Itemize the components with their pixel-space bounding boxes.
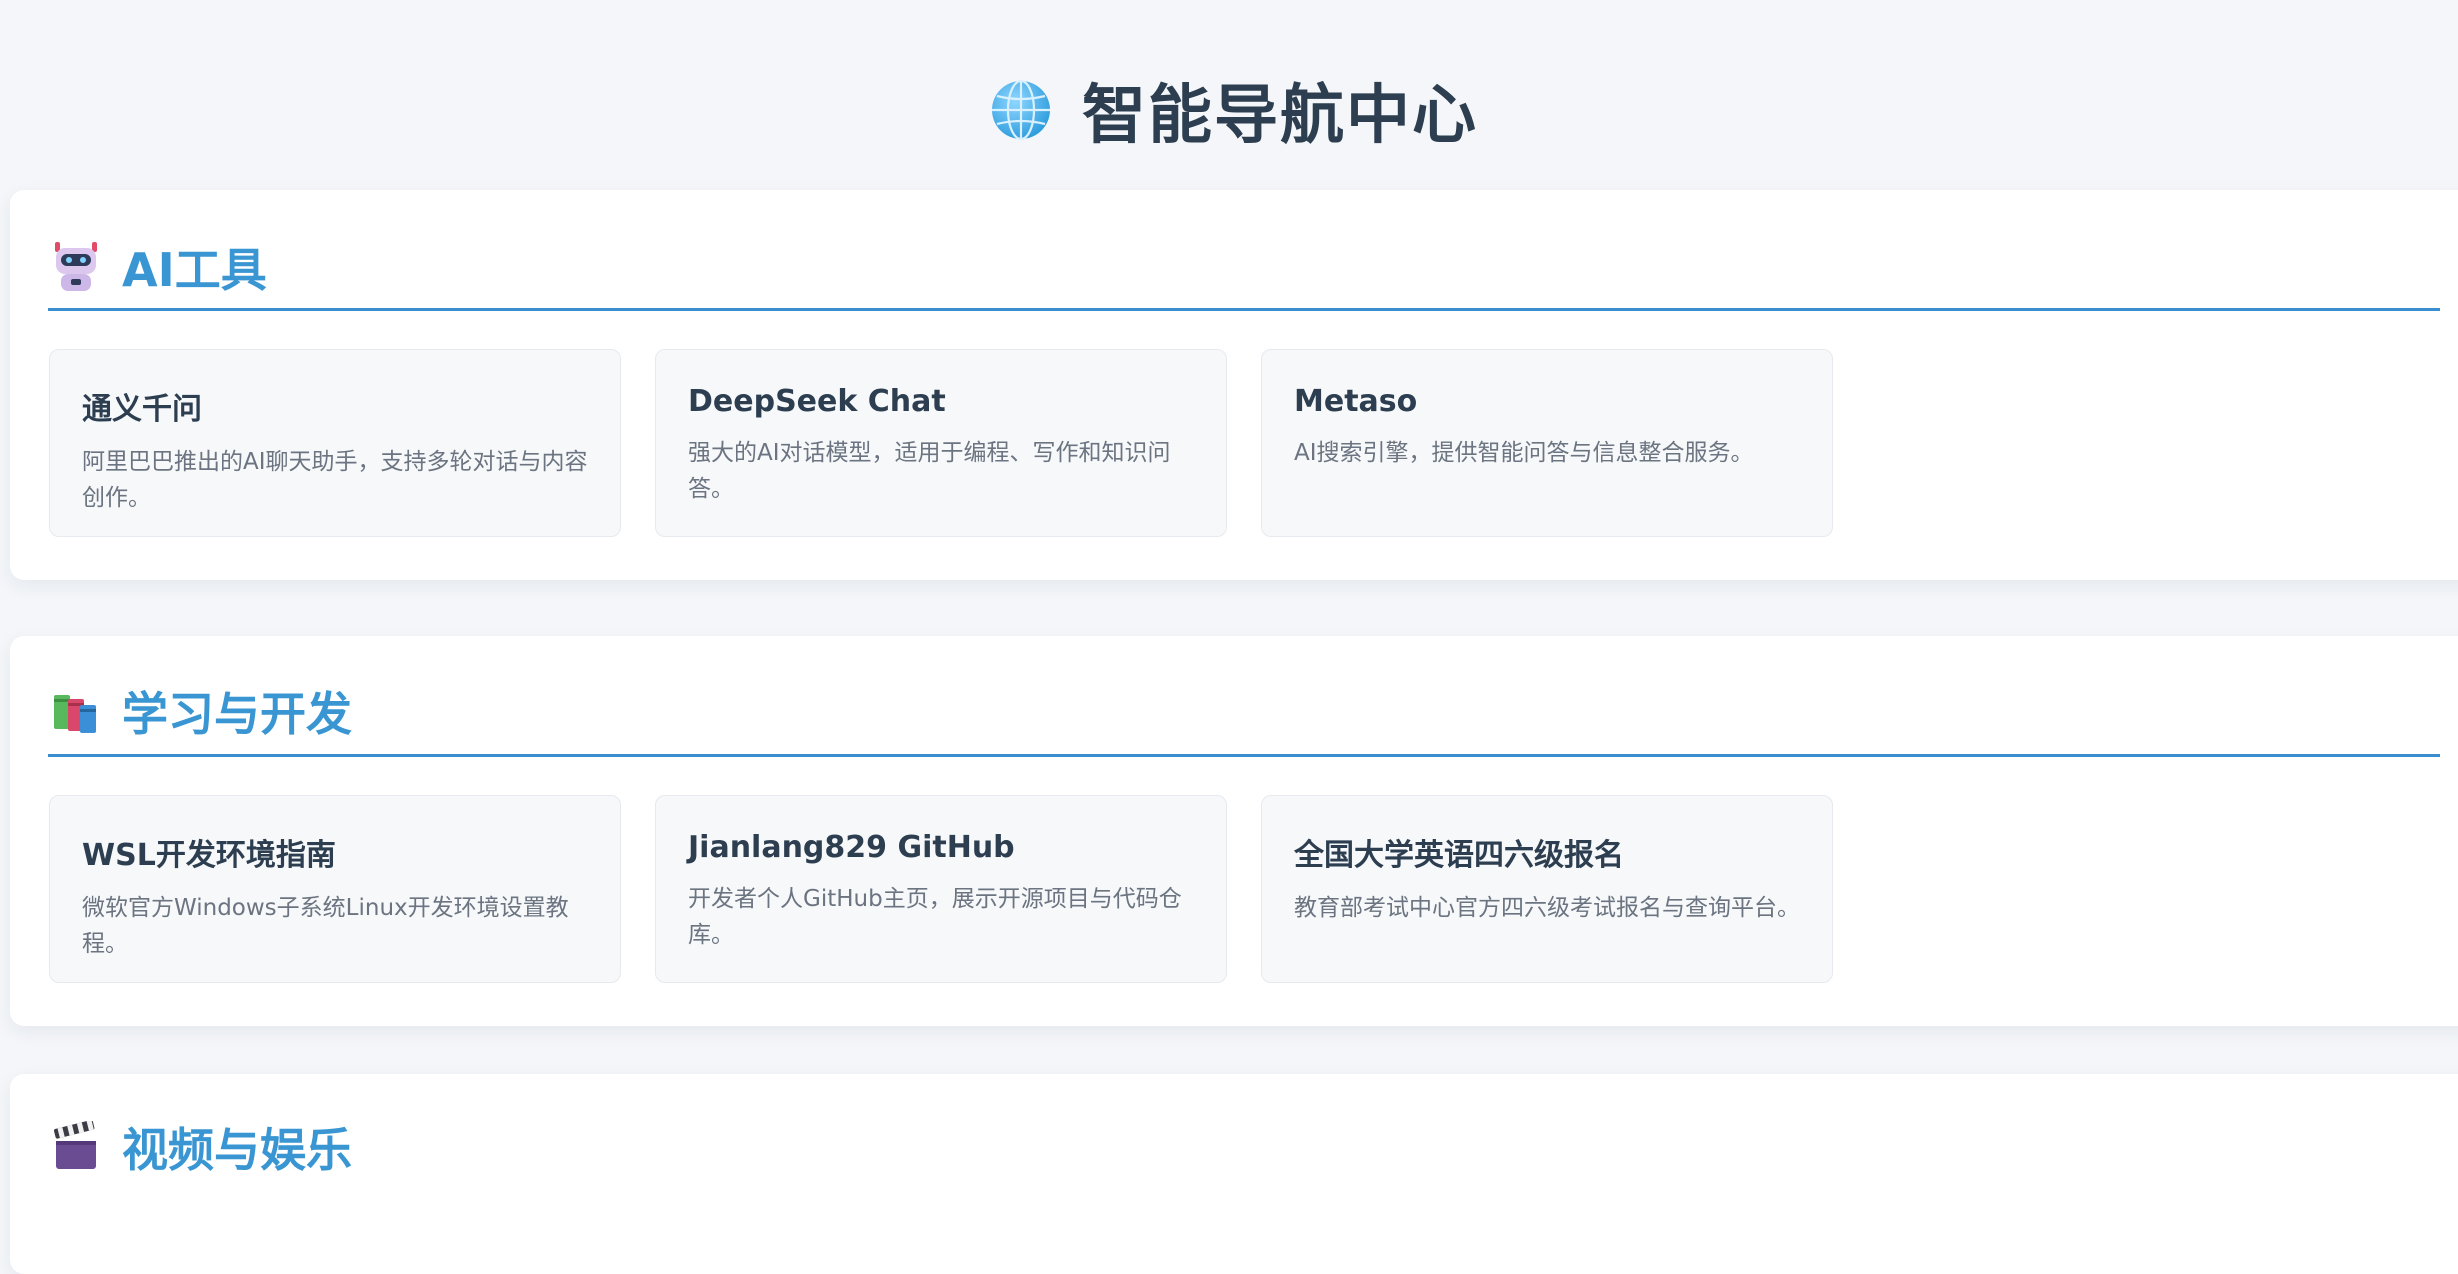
section-ai-tools: AI工具 通义千问 阿里巴巴推出的AI聊天助手，支持多轮对话与内容创作。 Dee… bbox=[10, 190, 2458, 580]
section-title: 学习与开发 bbox=[122, 687, 352, 741]
card-title: Metaso bbox=[1294, 384, 1418, 419]
globe-icon bbox=[990, 79, 1052, 141]
page-title-wrap: 智能导航中心 bbox=[990, 64, 1478, 156]
card-title: DeepSeek Chat bbox=[688, 384, 946, 419]
link-card-cet[interactable]: 全国大学英语四六级报名 教育部考试中心官方四六级考试报名与查询平台。 bbox=[1261, 795, 1833, 983]
section-header: 视频与娱乐 bbox=[50, 1112, 352, 1182]
card-description: 强大的AI对话模型，适用于编程、写作和知识问答。 bbox=[688, 440, 1171, 502]
section-divider bbox=[48, 754, 2440, 757]
section-title: AI工具 bbox=[122, 243, 267, 297]
link-card-wsl-guide[interactable]: WSL开发环境指南 微软官方Windows子系统Linux开发环境设置教程。 bbox=[49, 795, 621, 983]
section-divider bbox=[48, 308, 2440, 311]
link-card-metaso[interactable]: Metaso AI搜索引擎，提供智能问答与信息整合服务。 bbox=[1261, 349, 1833, 537]
link-card-tongyi[interactable]: 通义千问 阿里巴巴推出的AI聊天助手，支持多轮对话与内容创作。 bbox=[49, 349, 621, 537]
link-card-github[interactable]: Jianlang829 GitHub 开发者个人GitHub主页，展示开源项目与… bbox=[655, 795, 1227, 983]
card-title: WSL开发环境指南 bbox=[82, 838, 336, 873]
card-description: 教育部考试中心官方四六级考试报名与查询平台。 bbox=[1294, 895, 1800, 921]
page-header: 智能导航中心 bbox=[0, 62, 2458, 158]
card-title: 全国大学英语四六级报名 bbox=[1294, 838, 1624, 873]
card-title: 通义千问 bbox=[82, 392, 202, 427]
books-icon bbox=[50, 685, 102, 737]
clapperboard-icon bbox=[50, 1119, 102, 1173]
card-description: AI搜索引擎，提供智能问答与信息整合服务。 bbox=[1294, 440, 1754, 466]
link-card-deepseek[interactable]: DeepSeek Chat 强大的AI对话模型，适用于编程、写作和知识问答。 bbox=[655, 349, 1227, 537]
card-description: 开发者个人GitHub主页，展示开源项目与代码仓库。 bbox=[688, 886, 1182, 948]
card-description: 阿里巴巴推出的AI聊天助手，支持多轮对话与内容创作。 bbox=[82, 449, 588, 511]
section-video-entertainment: 视频与娱乐 bbox=[10, 1074, 2458, 1274]
section-title: 视频与娱乐 bbox=[122, 1123, 352, 1177]
page-title: 智能导航中心 bbox=[1082, 79, 1478, 153]
card-title: Jianlang829 GitHub bbox=[688, 830, 1015, 865]
card-description: 微软官方Windows子系统Linux开发环境设置教程。 bbox=[82, 895, 569, 957]
section-learning-dev: 学习与开发 WSL开发环境指南 微软官方Windows子系统Linux开发环境设… bbox=[10, 636, 2458, 1026]
section-header: 学习与开发 bbox=[50, 676, 352, 746]
section-header: AI工具 bbox=[50, 232, 267, 302]
robot-icon bbox=[50, 241, 102, 293]
